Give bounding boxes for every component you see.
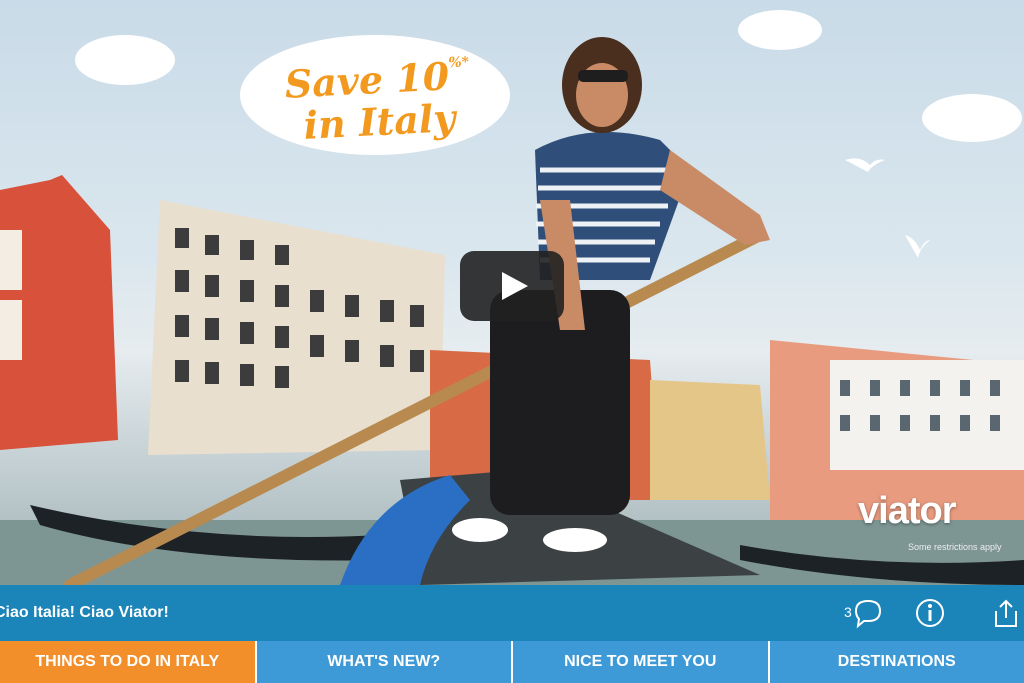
info-icon[interactable] bbox=[914, 597, 946, 629]
video-player[interactable]: Save 10%* in Italy viator Some restricti… bbox=[0, 0, 1024, 585]
comment-icon[interactable] bbox=[852, 597, 884, 629]
tab-nice-to-meet-you[interactable]: NICE TO MEET YOU bbox=[511, 641, 768, 683]
caption-bar: Ciao Italia! Ciao Viator! 3 bbox=[0, 585, 1024, 641]
promo-superscript: %* bbox=[447, 54, 470, 72]
bottom-nav: THINGS TO DO IN ITALY WHAT'S NEW? NICE T… bbox=[0, 641, 1024, 683]
brand-disclaimer: Some restrictions apply bbox=[908, 542, 1002, 552]
video-caption: Ciao Italia! Ciao Viator! bbox=[0, 604, 169, 621]
tab-things-to-do-in-italy[interactable]: THINGS TO DO IN ITALY bbox=[0, 641, 255, 683]
tab-destinations[interactable]: DESTINATIONS bbox=[767, 641, 1024, 683]
share-icon[interactable] bbox=[990, 597, 1022, 629]
brand-logo: viator bbox=[858, 490, 956, 532]
promo-cloud-text: Save 10%* in Italy bbox=[246, 39, 511, 149]
tab-whats-new[interactable]: WHAT'S NEW? bbox=[254, 641, 511, 683]
play-icon[interactable] bbox=[460, 251, 564, 321]
comment-count: 3 bbox=[844, 604, 852, 620]
promo-line2: in Italy bbox=[302, 95, 457, 148]
